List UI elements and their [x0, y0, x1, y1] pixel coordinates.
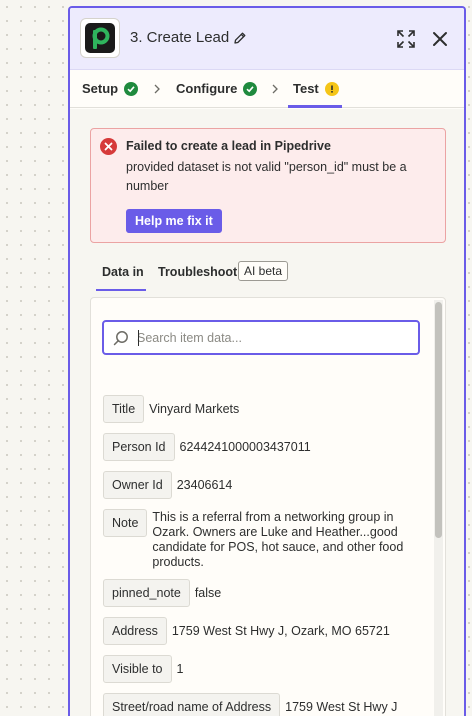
close-icon[interactable] [431, 30, 449, 48]
field-row-person-id: Person Id 6244241000003437011 [103, 433, 311, 461]
error-title: Failed to create a lead in Pipedrive [126, 139, 331, 153]
field-row-owner-id: Owner Id 23406614 [103, 471, 232, 499]
field-key: Street/road name of Address [103, 693, 281, 716]
search-input[interactable] [137, 322, 413, 353]
check-circle-icon [124, 81, 139, 96]
chevron-right-icon [154, 84, 160, 94]
chevron-right-icon [272, 84, 278, 94]
search-field[interactable] [102, 320, 420, 355]
tab-troubleshoot[interactable]: Troubleshoot [158, 265, 237, 279]
tab-configure[interactable]: Configure [176, 81, 258, 96]
field-row-street-name: Street/road name of Address 1759 West St… [103, 693, 397, 716]
field-value: 1 [176, 662, 184, 676]
step-header: 3. Create Lead [70, 8, 464, 70]
field-row-pinned-note: pinned_note false [103, 579, 221, 607]
data-in-panel: Title Vinyard Markets Person Id 62442410… [90, 297, 446, 716]
tab-test-label: Test [293, 81, 319, 96]
field-key: Visible to [103, 655, 172, 683]
tab-configure-label: Configure [176, 81, 238, 96]
search-icon [113, 331, 128, 346]
field-key: Owner Id [103, 471, 172, 499]
warning-icon [324, 81, 339, 96]
ai-beta-badge: AI beta [238, 261, 289, 281]
tab-data-in[interactable]: Data in [102, 265, 144, 279]
field-value: Vinyard Markets [149, 402, 240, 416]
tab-setup[interactable]: Setup [82, 81, 139, 96]
help-me-fix-it-button[interactable]: Help me fix it [126, 209, 222, 233]
field-value: 23406614 [176, 478, 233, 492]
pencil-icon[interactable] [233, 31, 247, 45]
check-circle-icon [243, 81, 258, 96]
expand-icon[interactable] [396, 29, 416, 49]
field-key: Note [103, 509, 148, 537]
field-value: 1759 West St Hwy J, Ozark, MO 65721 [171, 624, 390, 638]
test-content: Failed to create a lead in Pipedrive pro… [70, 109, 464, 716]
scrollbar-thumb[interactable] [435, 302, 442, 538]
step-title[interactable]: 3. Create Lead [130, 29, 229, 46]
field-row-note: Note This is a referral from a networkin… [103, 509, 414, 570]
active-subtab-indicator [96, 289, 146, 291]
field-value: This is a referral from a networking gro… [152, 510, 404, 569]
field-row-address: Address 1759 West St Hwy J, Ozark, MO 65… [103, 617, 390, 645]
field-key: Person Id [103, 433, 175, 461]
scrollbar[interactable] [434, 300, 443, 716]
error-message: provided dataset is not valid "person_id… [126, 160, 407, 193]
tab-setup-label: Setup [82, 81, 119, 96]
tab-test[interactable]: Test [293, 81, 339, 96]
error-alert: Failed to create a lead in Pipedrive pro… [90, 128, 446, 243]
field-row-visible-to: Visible to 1 [103, 655, 183, 683]
field-value: 1759 West St Hwy J [285, 700, 398, 714]
pipedrive-logo-icon [80, 18, 120, 58]
field-key: Title [103, 395, 145, 423]
field-key: pinned_note [103, 579, 190, 607]
field-key: Address [103, 617, 167, 645]
step-tabs: Setup Configure Test [70, 70, 464, 108]
text-cursor [138, 330, 139, 346]
field-value: 6244241000003437011 [179, 440, 311, 454]
active-tab-indicator [288, 105, 342, 108]
field-value: false [194, 586, 222, 600]
field-row-title: Title Vinyard Markets [103, 395, 239, 423]
step-editor-panel: 3. Create Lead Setup Configure Test Fail… [68, 6, 466, 716]
error-x-circle-icon [100, 138, 117, 155]
